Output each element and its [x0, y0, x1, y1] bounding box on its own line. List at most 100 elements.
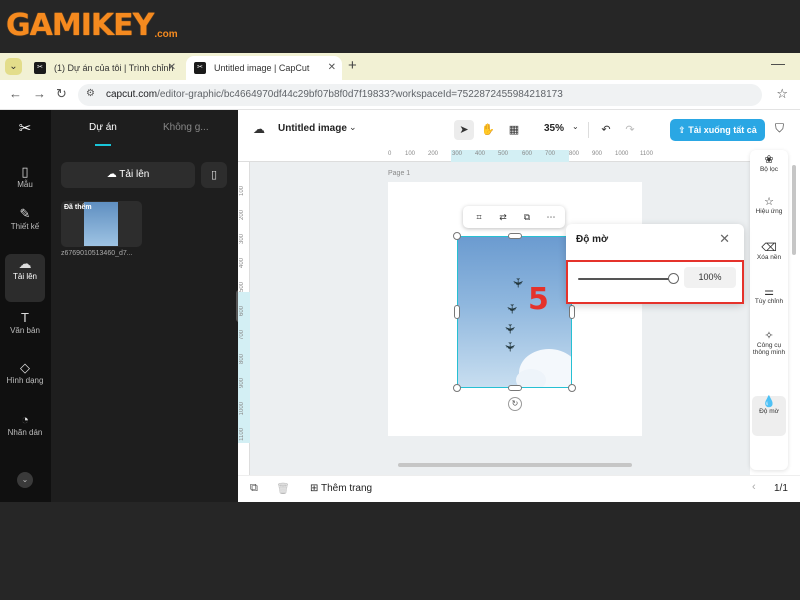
rail-item-upload[interactable]: ☁ Tải lên: [5, 254, 45, 302]
opacity-panel: Độ mờ ✕ 100%: [566, 224, 744, 304]
shield-icon[interactable]: ⛉: [775, 121, 784, 136]
capcut-favicon-icon: ✂: [194, 62, 206, 74]
opacity-slider-track[interactable]: [578, 278, 674, 280]
more-chevron-icon[interactable]: ⌄: [17, 472, 33, 488]
close-icon[interactable]: ✕: [719, 231, 730, 247]
trash-icon[interactable]: 🗑: [276, 482, 290, 495]
new-tab-icon[interactable]: +: [348, 57, 357, 74]
brand-banner: GAMIKEY.com: [0, 0, 800, 53]
layout-icon[interactable]: ▦: [504, 120, 524, 140]
duplicate-icon[interactable]: ⧉: [519, 209, 535, 225]
document-title[interactable]: Untitled image: [278, 123, 347, 134]
smart-tools-icon: ✧: [764, 330, 774, 342]
opacity-slider-handle[interactable]: [668, 273, 679, 284]
prev-page-icon[interactable]: ‹: [752, 481, 756, 493]
ruler-tick: 700: [545, 151, 556, 157]
rail-label: Hình dạng: [6, 376, 44, 385]
more-icon[interactable]: ⋯: [543, 209, 559, 225]
ruler-tick: 400: [239, 258, 245, 269]
opacity-value-input[interactable]: 100%: [684, 267, 736, 288]
effects-icon: ☆: [764, 196, 774, 208]
browser-window: ⌄ ✂ (1) Dự án của tôi | Trình chỉnh ✕ ✂ …: [0, 53, 800, 502]
zoom-chevron-icon[interactable]: ⌄: [572, 122, 579, 131]
remove-bg-icon: ⌫: [761, 242, 777, 254]
tab-underline: [95, 144, 111, 146]
tab-title: Untitled image | CapCut: [214, 63, 310, 73]
rail-item-templates[interactable]: ▯ Mẫu: [5, 162, 45, 210]
asset-thumbnail[interactable]: Đã thêm: [61, 201, 142, 247]
vertical-scrollbar[interactable]: [792, 165, 796, 255]
url-text: capcut.com/editor-graphic/bc4664970df44c…: [106, 89, 563, 100]
shapes-icon: ◇: [20, 360, 30, 375]
minimize-icon[interactable]: —: [771, 55, 785, 71]
tool-opacity[interactable]: 💧 Độ mờ: [752, 396, 786, 436]
tab-bar: ⌄ ✂ (1) Dự án của tôi | Trình chỉnh ✕ ✂ …: [0, 53, 800, 80]
rail-item-shapes[interactable]: ◇ Hình dạng: [5, 358, 45, 406]
rail-label: Nhãn dán: [7, 428, 43, 437]
opacity-panel-title: Độ mờ: [576, 234, 609, 245]
url-field[interactable]: ⚙ capcut.com/editor-graphic/bc4664970df4…: [78, 84, 762, 106]
resize-handle[interactable]: [453, 232, 461, 240]
undo-icon[interactable]: ↶: [596, 120, 616, 140]
rail-item-stickers[interactable]: ◔ Nhãn dán: [5, 410, 45, 458]
ruler-tick: 600: [239, 306, 245, 317]
resize-handle[interactable]: [569, 305, 575, 319]
rail-item-text[interactable]: T Văn bản: [5, 308, 45, 356]
replace-icon[interactable]: ⇄: [495, 209, 511, 225]
tab-projects[interactable]: Dự án: [89, 122, 117, 133]
browser-tab-active[interactable]: ✂ Untitled image | CapCut ✕: [186, 56, 342, 80]
tab-shared[interactable]: Không g...: [163, 122, 209, 133]
url-host: capcut.com: [106, 89, 158, 100]
close-tab-icon[interactable]: ✕: [168, 56, 176, 80]
upload-button[interactable]: ☁ Tải lên: [61, 162, 195, 188]
url-path: /editor-graphic/bc4664970df44c29bf07b8f0…: [157, 89, 563, 100]
phone-upload-icon[interactable]: ▯: [201, 162, 227, 188]
ruler-tick: 600: [522, 151, 533, 157]
selected-image[interactable]: ✈ ✈ ✈ ✈: [457, 236, 572, 388]
tab-search-icon[interactable]: ⌄: [5, 58, 22, 75]
tool-label: Tùy chỉnh: [754, 298, 784, 305]
chevron-down-icon[interactable]: ⌄: [349, 122, 357, 133]
rail-label: Thiết kế: [10, 222, 40, 231]
redo-icon[interactable]: ↷: [620, 120, 640, 140]
tool-adjust[interactable]: ⚌ Tùy chỉnh: [752, 286, 786, 326]
resize-handle[interactable]: [508, 233, 522, 239]
hand-pan-icon[interactable]: ✋: [478, 120, 498, 140]
tool-smart-tools[interactable]: ✧ Công cụ thông minh: [752, 330, 786, 380]
back-icon[interactable]: ←: [9, 86, 22, 101]
text-icon: T: [21, 310, 29, 325]
add-page-button[interactable]: ⊞ Thêm trang: [310, 483, 372, 494]
ruler-tick: 800: [239, 354, 245, 365]
filter-icon: ❀: [764, 154, 774, 166]
resize-handle[interactable]: [453, 384, 461, 392]
reload-icon[interactable]: ↻: [56, 86, 67, 102]
adjust-icon: ⚌: [764, 286, 774, 298]
opacity-icon: 💧: [762, 396, 776, 408]
close-tab-icon[interactable]: ✕: [328, 56, 336, 80]
site-info-icon[interactable]: ⚙: [86, 88, 95, 99]
download-all-button[interactable]: ⇪ Tải xuống tất cả: [670, 119, 765, 141]
tool-filter[interactable]: ❀ Bộ lọc: [752, 154, 786, 194]
rail-item-design[interactable]: ✎ Thiết kế: [5, 204, 45, 252]
resize-handle[interactable]: [454, 305, 460, 319]
capcut-logo-icon[interactable]: ✂: [14, 119, 36, 137]
resize-handle[interactable]: [568, 384, 576, 392]
rotate-icon[interactable]: ↻: [508, 397, 522, 411]
resize-handle[interactable]: [508, 385, 522, 391]
horizontal-scrollbar[interactable]: [398, 463, 632, 467]
rail-label: Tải lên: [12, 272, 37, 281]
tool-effects[interactable]: ☆ Hiệu ứng: [752, 196, 786, 236]
browser-tab[interactable]: ✂ (1) Dự án của tôi | Trình chỉnh ✕: [26, 56, 182, 80]
capcut-favicon-icon: ✂: [34, 62, 46, 74]
pages-icon[interactable]: ⧉: [250, 482, 258, 495]
bookmark-star-icon[interactable]: ☆: [776, 86, 788, 102]
download-icon: ⇪: [678, 125, 689, 135]
tool-remove-bg[interactable]: ⌫ Xóa nền: [752, 242, 786, 282]
editor-bottombar: ⧉ 🗑 ⊞ Thêm trang ‹ 1/1: [238, 475, 800, 502]
zoom-level[interactable]: 35%: [544, 123, 564, 134]
cloud-save-icon[interactable]: ☁: [253, 122, 265, 136]
select-cursor-icon[interactable]: ➤: [454, 120, 474, 140]
forward-icon[interactable]: →: [33, 86, 46, 101]
crop-icon[interactable]: ⌗: [471, 209, 487, 225]
canvas-area[interactable]: 0 100 200 300 400 500 600 700 800 900 10…: [238, 150, 750, 475]
